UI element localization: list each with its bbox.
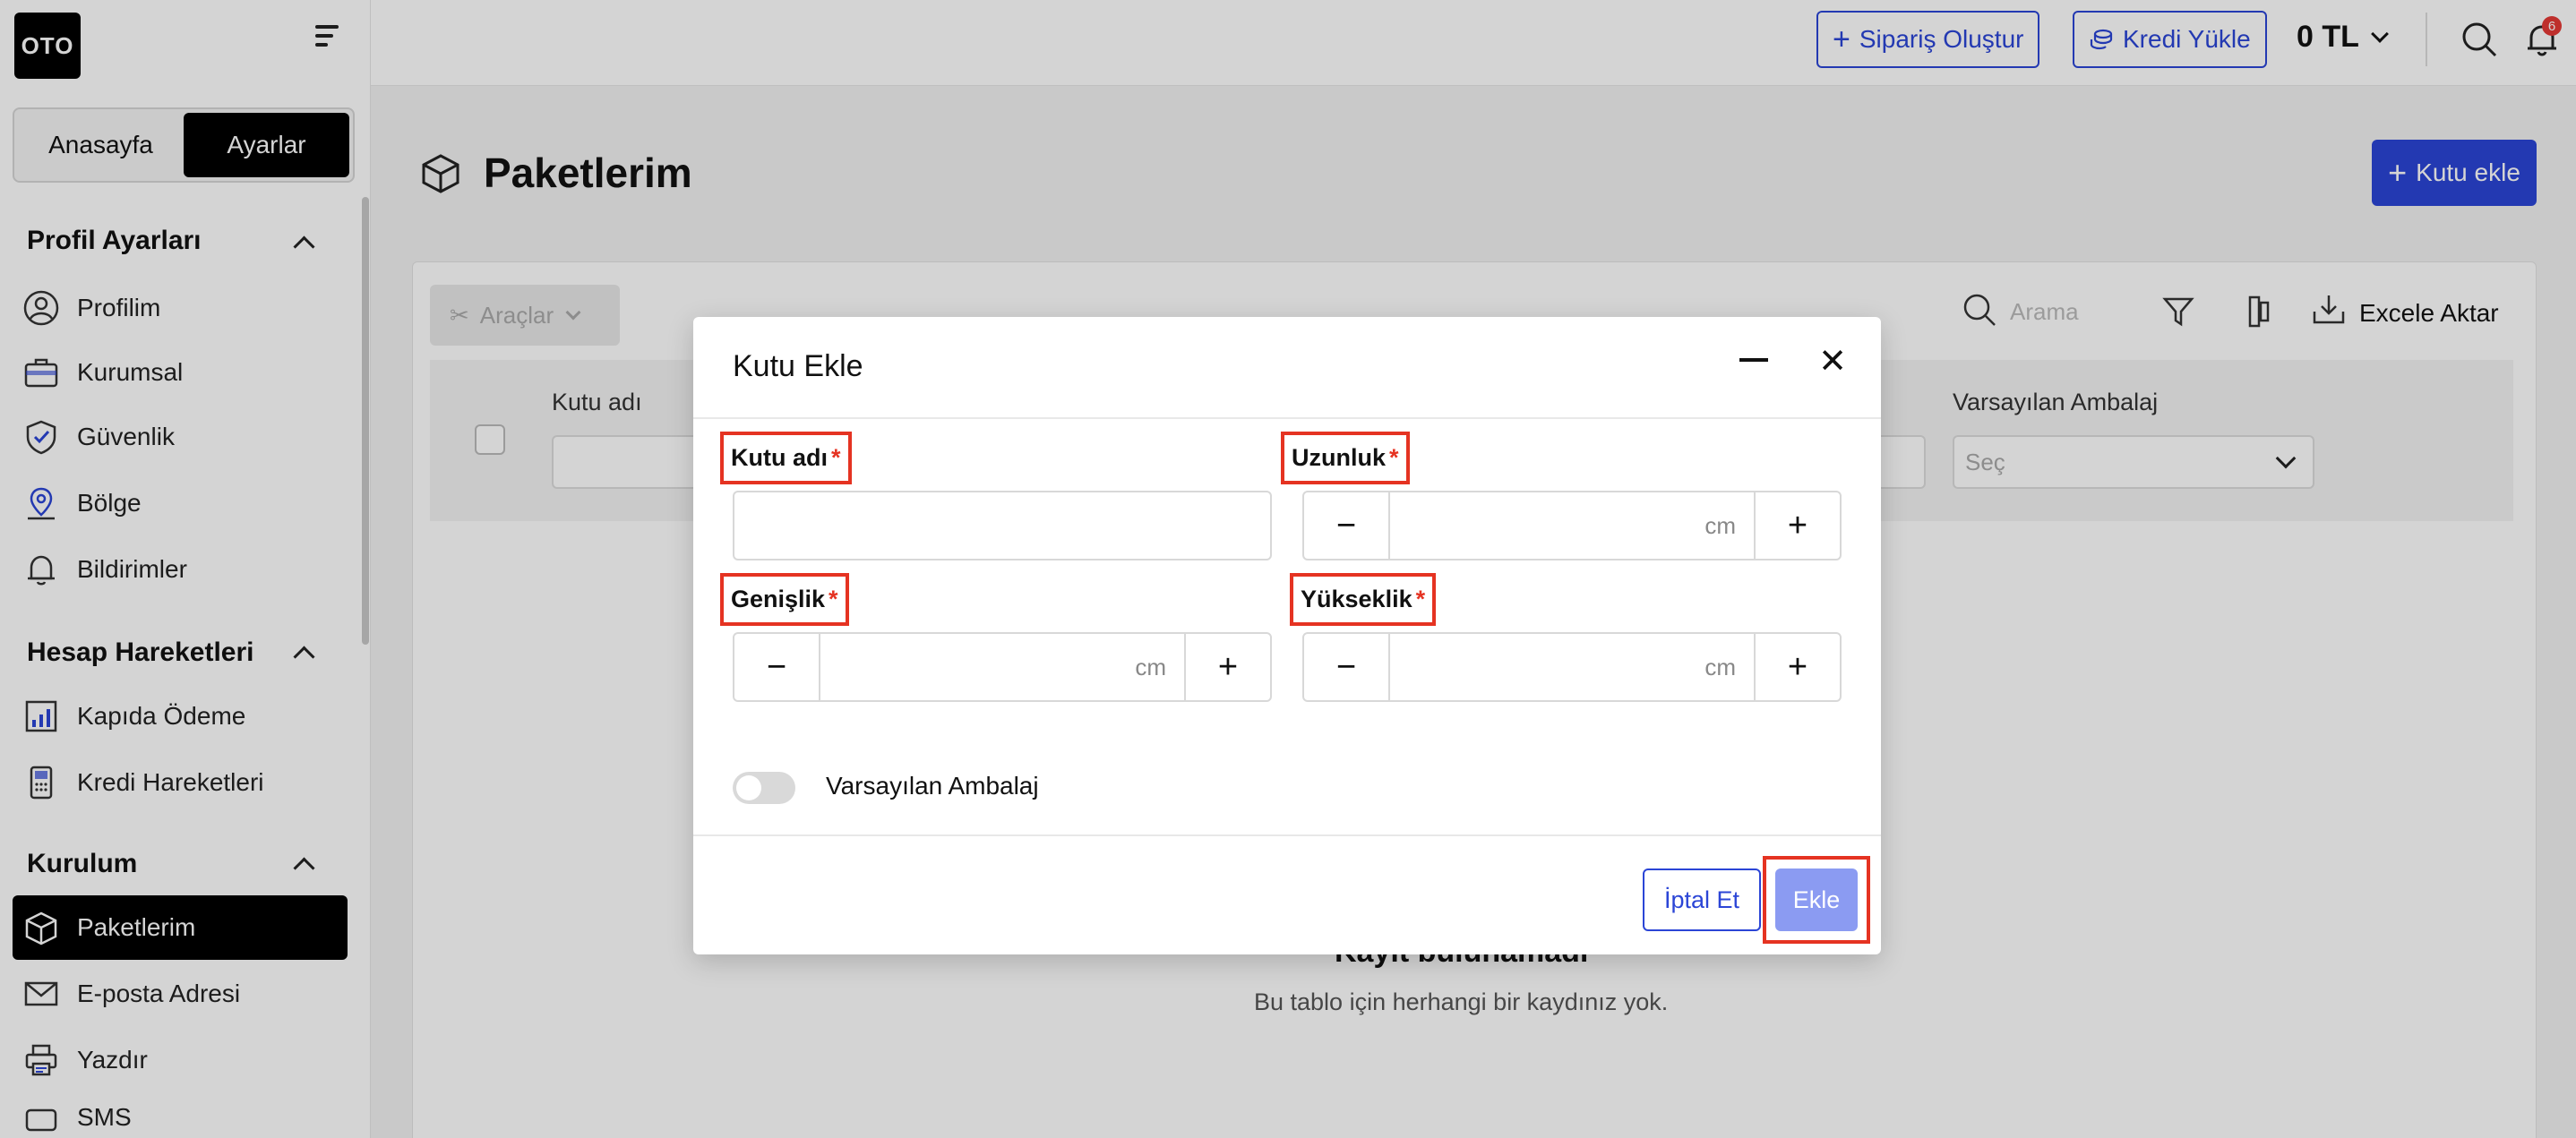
default-packaging-toggle[interactable] [733, 772, 795, 804]
add-button-highlight: Ekle [1763, 856, 1870, 944]
unit-label: cm [1135, 653, 1166, 680]
default-packaging-label: Varsayılan Ambalaj [826, 772, 1039, 800]
required-mark: * [1389, 444, 1399, 471]
field-label-text: Uzunluk [1292, 444, 1386, 471]
add-box-modal: Kutu Ekle ✕ Kutu adı * Uzunluk * − cm + Ge… [693, 317, 1881, 954]
length-stepper: − cm + [1302, 491, 1842, 560]
increment-button[interactable]: + [1756, 492, 1840, 559]
width-label: Genişlik * [720, 573, 849, 626]
decrement-button[interactable]: − [734, 634, 819, 700]
width-stepper: − cm + [733, 632, 1272, 702]
add-button[interactable]: Ekle [1775, 868, 1858, 931]
modal-title: Kutu Ekle [733, 349, 863, 383]
divider [693, 834, 1881, 836]
height-label: Yükseklik * [1290, 573, 1437, 626]
close-icon[interactable]: ✕ [1815, 344, 1850, 380]
height-stepper: − cm + [1302, 632, 1842, 702]
width-input[interactable]: cm [819, 634, 1186, 700]
increment-button[interactable]: + [1186, 634, 1270, 700]
required-mark: * [1415, 586, 1426, 612]
length-input[interactable]: cm [1388, 492, 1756, 559]
length-label: Uzunluk * [1281, 432, 1410, 484]
unit-label: cm [1704, 653, 1736, 680]
field-label-text: Genişlik [731, 586, 826, 612]
unit-label: cm [1704, 511, 1736, 539]
divider [693, 417, 1881, 419]
increment-button[interactable]: + [1756, 634, 1840, 700]
box-name-input[interactable] [733, 491, 1272, 560]
decrement-button[interactable]: − [1304, 492, 1388, 559]
height-input[interactable]: cm [1388, 634, 1756, 700]
box-name-label: Kutu adı * [720, 432, 852, 484]
required-mark: * [829, 586, 838, 612]
cancel-button[interactable]: İptal Et [1643, 868, 1761, 931]
minimize-icon[interactable] [1739, 358, 1768, 362]
field-label-text: Yükseklik [1301, 586, 1413, 612]
field-label-text: Kutu adı [731, 444, 828, 471]
required-mark: * [831, 444, 841, 471]
decrement-button[interactable]: − [1304, 634, 1388, 700]
